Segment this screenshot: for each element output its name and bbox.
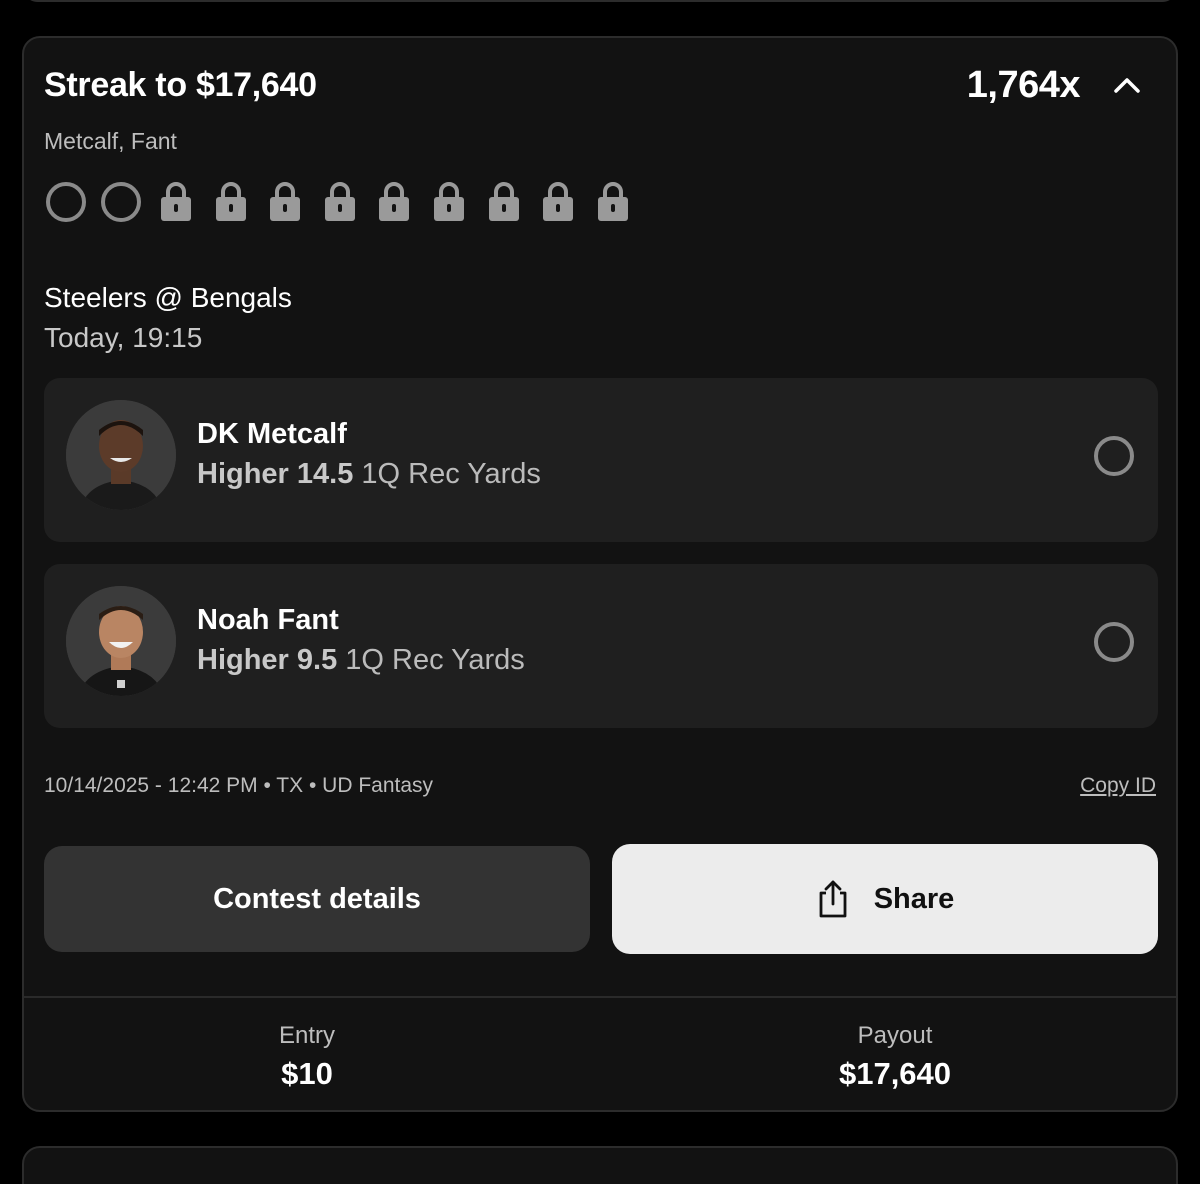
player-name: Noah Fant (197, 604, 339, 636)
lock-icon (324, 182, 355, 221)
payout-amount: Payout $17,640 (745, 1022, 1045, 1092)
multiplier: 1,764x (966, 64, 1081, 106)
pick-direction: Higher 9.5 (197, 644, 338, 676)
lock-icon (379, 182, 410, 221)
payout-label: Payout (857, 1022, 933, 1049)
share-button[interactable]: Share (612, 844, 1158, 954)
next-entry-card (22, 1146, 1178, 1184)
payout-value: $17,640 (838, 1056, 952, 1091)
pick-stat: 1Q Rec Yards (345, 644, 525, 676)
ring-icon (101, 182, 141, 222)
game-matchup: Steelers @ Bengals (44, 282, 292, 313)
previous-entry-card (22, 0, 1178, 2)
lock-icon (433, 182, 464, 221)
lock-icon (488, 182, 519, 221)
pick-direction: Higher 14.5 (197, 458, 354, 490)
player-avatar (66, 400, 176, 510)
entry-label: Entry (278, 1022, 335, 1049)
entry-title: Streak to $17,640 (44, 66, 317, 104)
share-icon (819, 880, 847, 918)
contest-details-button[interactable]: Contest details (44, 846, 590, 952)
lock-icon (543, 182, 574, 221)
player-name: DK Metcalf (197, 418, 347, 450)
divider (24, 996, 1176, 998)
pick-line: Higher 14.5 1Q Rec Yards (197, 458, 541, 491)
lock-icon (597, 182, 628, 221)
player-avatar (66, 586, 176, 696)
lock-icon (270, 182, 301, 221)
pick-status-ring-icon (1094, 436, 1134, 476)
chevron-up-icon[interactable] (1110, 68, 1144, 102)
streak-entry-card: Streak to $17,640 1,764x Metcalf, Fant S… (22, 36, 1178, 1112)
copy-id-link[interactable]: Copy ID (1080, 774, 1156, 798)
pick-card[interactable]: Noah Fant Higher 9.5 1Q Rec Yards (44, 564, 1158, 728)
entry-players: Metcalf, Fant (44, 128, 177, 154)
game-time: Today, 19:15 (44, 322, 203, 353)
lock-icon (215, 182, 246, 221)
pick-stat: 1Q Rec Yards (361, 458, 541, 490)
contest-details-label: Contest details (213, 882, 421, 915)
entry-meta: 10/14/2025 - 12:42 PM • TX • UD Fantasy (44, 774, 434, 797)
pick-status-ring-icon (1094, 622, 1134, 662)
entry-amount: Entry $10 (157, 1022, 457, 1092)
entry-value: $10 (281, 1056, 333, 1091)
ring-icon (46, 182, 86, 222)
pick-card[interactable]: DK Metcalf Higher 14.5 1Q Rec Yards (44, 378, 1158, 542)
lock-icon (161, 182, 191, 221)
streak-progress (46, 180, 647, 224)
share-label: Share (873, 882, 955, 915)
pick-line: Higher 9.5 1Q Rec Yards (197, 644, 525, 677)
